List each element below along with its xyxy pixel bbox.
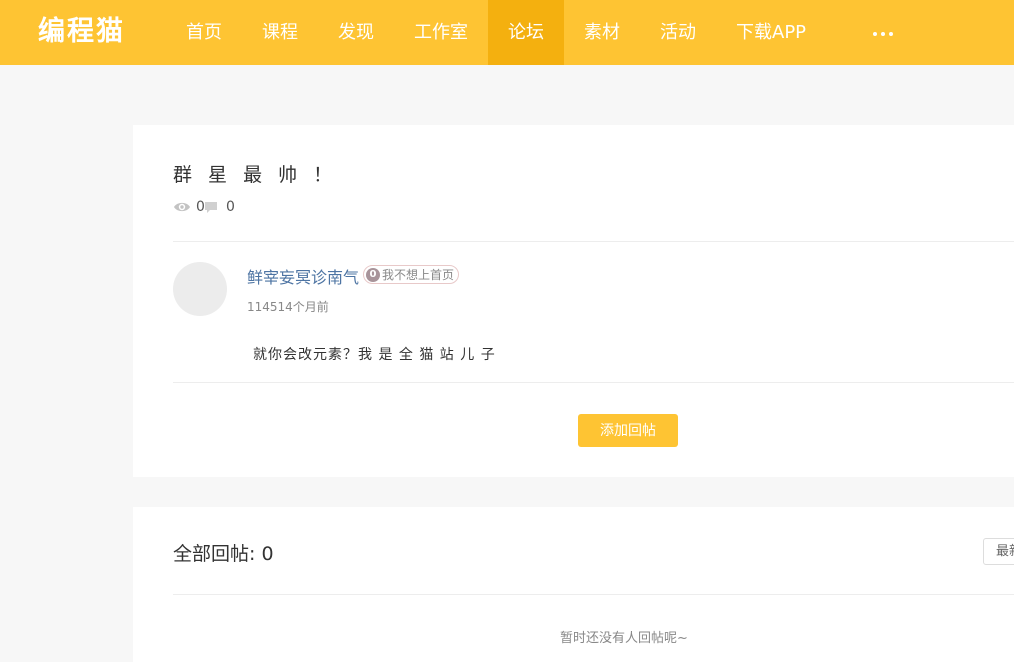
badge-text: 我不想上首页 — [382, 268, 455, 282]
eye-icon — [174, 202, 190, 212]
site-logo[interactable]: 编程猫 — [38, 15, 125, 49]
post-time: 114514个月前 — [247, 300, 329, 314]
divider — [173, 382, 1014, 383]
comment-count: 0 — [226, 199, 235, 215]
user-badge: 0 我不想上首页 — [363, 265, 460, 284]
nav-item-events[interactable]: 活动 — [640, 0, 716, 65]
nav-item-download-app[interactable]: 下载APP — [716, 0, 826, 65]
nav-item-studio[interactable]: 工作室 — [394, 0, 488, 65]
add-reply-button[interactable]: 添加回帖 — [578, 414, 678, 447]
divider — [173, 594, 1014, 595]
badge-level: 0 — [366, 267, 380, 282]
post-body: 就你会改元素？我 是 全 猫 站 儿 子 — [253, 347, 496, 363]
divider — [173, 241, 1014, 242]
post-title: 群 星 最 帅 ！ — [173, 164, 338, 186]
empty-replies-message: 暂时还没有人回帖呢~ — [560, 631, 688, 646]
replies-title: 全部回帖: 0 — [173, 543, 274, 565]
top-navigation-bar: 编程猫 首页 课程 发现 工作室 论坛 素材 活动 下载APP — [0, 0, 1014, 65]
nav-item-discover[interactable]: 发现 — [318, 0, 394, 65]
sort-dropdown[interactable]: 最新 — [983, 538, 1014, 565]
main-nav: 首页 课程 发现 工作室 论坛 素材 活动 下载APP — [166, 0, 826, 65]
comment-icon — [205, 202, 217, 213]
nav-item-home[interactable]: 首页 — [166, 0, 242, 65]
replies-card: 全部回帖: 0 最新 暂时还没有人回帖呢~ — [133, 507, 1014, 662]
author-name-link[interactable]: 鲜宰妄冥诊南气 — [247, 264, 359, 288]
nav-item-forum[interactable]: 论坛 — [488, 0, 564, 65]
more-dots-icon[interactable] — [873, 23, 897, 43]
nav-item-courses[interactable]: 课程 — [242, 0, 318, 65]
nav-item-materials[interactable]: 素材 — [564, 0, 640, 65]
avatar[interactable] — [173, 262, 227, 316]
post-card: 群 星 最 帅 ！ 0 0 鲜宰妄冥诊南气 0 我不想上首页 114514个月前… — [133, 125, 1014, 477]
